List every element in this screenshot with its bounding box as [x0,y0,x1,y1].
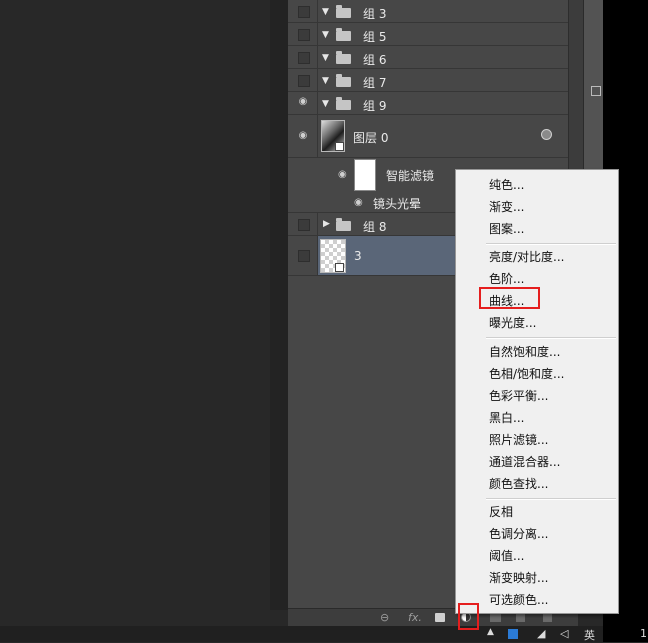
adjustment-layer-menu: 纯色... 渐变... 图案... 亮度/对比度... 色阶... 曲线... … [455,169,619,614]
folder-icon [336,74,351,87]
visibility-toggle[interactable] [288,236,318,275]
filter-name: 镜头光晕 [373,197,422,211]
menu-item-invert[interactable]: 反相 [489,502,513,522]
fx-button[interactable]: fx. [408,612,422,624]
layer-name: 组 6 [363,53,387,67]
menu-item-vibrance[interactable]: 自然饱和度... [489,342,560,362]
layer-row-group-9[interactable]: ◉ ▼ 组 9 [288,92,568,115]
layer-thumbnail [320,239,346,273]
visibility-off-box [298,52,310,64]
expand-triangle-icon[interactable]: ▼ [322,100,329,109]
visibility-toggle[interactable] [288,0,318,22]
menu-item-gradient-map[interactable]: 渐变映射... [489,568,548,588]
menu-separator [486,337,616,339]
smart-object-icon [335,142,344,151]
visibility-toggle[interactable]: ◉ [288,115,318,157]
menu-separator [486,243,616,245]
menu-item-solid-color[interactable]: 纯色... [489,175,524,195]
network-icon[interactable]: ◢ [537,627,545,640]
menu-item-hue-saturation[interactable]: 色相/饱和度... [489,364,565,384]
visibility-toggle[interactable] [288,23,318,45]
menu-item-brightness-contrast[interactable]: 亮度/对比度... [489,247,565,267]
eye-icon: ◉ [298,130,308,141]
visibility-toggle[interactable] [288,69,318,91]
layer-thumbnail [321,120,345,152]
new-layer-icon[interactable] [516,613,525,622]
expand-triangle-icon[interactable]: ▼ [322,54,329,63]
layer-row-layer-0[interactable]: ◉ 图层 0 [288,115,568,158]
menu-item-pattern[interactable]: 图案... [489,219,524,239]
layer-name: 组 5 [363,30,387,44]
folder-icon [336,51,351,64]
layer-name: 3 [354,249,362,263]
visibility-off-box [298,219,310,231]
folder-icon [336,97,351,110]
layer-name: 图层 0 [353,131,389,145]
smart-object-icon [335,263,344,272]
visibility-toggle[interactable] [288,213,318,235]
tray-chevron-icon[interactable]: ▲ [487,627,494,637]
expand-triangle-icon[interactable]: ▼ [322,77,329,86]
layer-name: 智能滤镜 [386,169,435,183]
annotation-highlight-curves [479,287,540,309]
folder-icon [336,218,351,231]
layer-name: 组 3 [363,7,387,21]
visibility-off-box [298,6,310,18]
eye-icon[interactable]: ◉ [354,197,363,208]
menu-item-photo-filter[interactable]: 照片滤镜... [489,430,548,450]
layer-name: 组 7 [363,76,387,90]
menu-item-gradient[interactable]: 渐变... [489,197,524,217]
tray-app-icon[interactable] [508,629,518,639]
panel-divider [270,0,288,610]
link-layers-icon[interactable]: ⊖ [380,612,389,624]
annotation-highlight-adjustment-button [458,603,479,630]
menu-item-black-white[interactable]: 黑白... [489,408,524,428]
add-mask-icon[interactable] [435,613,445,622]
expand-triangle-icon[interactable]: ▼ [322,8,329,17]
folder-icon [336,28,351,41]
layer-row-group-3[interactable]: ▼ 组 3 [288,0,568,23]
visibility-toggle[interactable]: ◉ [288,92,318,114]
menu-item-posterize[interactable]: 色调分离... [489,524,548,544]
menu-item-color-lookup[interactable]: 颜色查找... [489,474,548,494]
menu-item-selective-color[interactable]: 可选颜色... [489,590,548,610]
layer-row-group-7[interactable]: ▼ 组 7 [288,69,568,92]
windows-taskbar: ▲ ◢ ◁ 英 1 [0,626,647,643]
document-canvas-area[interactable] [0,0,270,610]
menu-item-color-balance[interactable]: 色彩平衡... [489,386,548,406]
volume-icon[interactable]: ◁ [560,627,568,640]
visibility-off-box [298,29,310,41]
layer-row-group-6[interactable]: ▼ 组 6 [288,46,568,69]
menu-separator [486,498,616,500]
delete-layer-icon[interactable] [543,613,552,622]
panel-collapse-icon[interactable] [591,86,601,96]
smart-filter-indicator-icon[interactable] [541,129,552,140]
layer-row-group-5[interactable]: ▼ 组 5 [288,23,568,46]
layer-name: 组 8 [363,220,387,234]
eye-icon[interactable]: ◉ [338,169,347,180]
expand-triangle-icon[interactable]: ▼ [322,31,329,40]
visibility-toggle[interactable] [288,46,318,68]
filter-mask-thumbnail[interactable] [354,159,376,191]
visibility-off-box [298,250,310,262]
visibility-off-box [298,75,310,87]
collapse-triangle-icon[interactable]: ▶ [323,220,330,229]
eye-icon: ◉ [298,96,308,107]
menu-item-exposure[interactable]: 曝光度... [489,313,536,333]
folder-icon [336,5,351,18]
new-group-icon[interactable] [490,613,501,622]
layer-name: 组 9 [363,99,387,113]
clock-text[interactable]: 1 [640,627,647,640]
menu-item-levels[interactable]: 色阶... [489,269,524,289]
menu-item-threshold[interactable]: 阈值... [489,546,524,566]
menu-item-channel-mixer[interactable]: 通道混合器... [489,452,560,472]
ime-indicator[interactable]: 英 [584,627,595,643]
